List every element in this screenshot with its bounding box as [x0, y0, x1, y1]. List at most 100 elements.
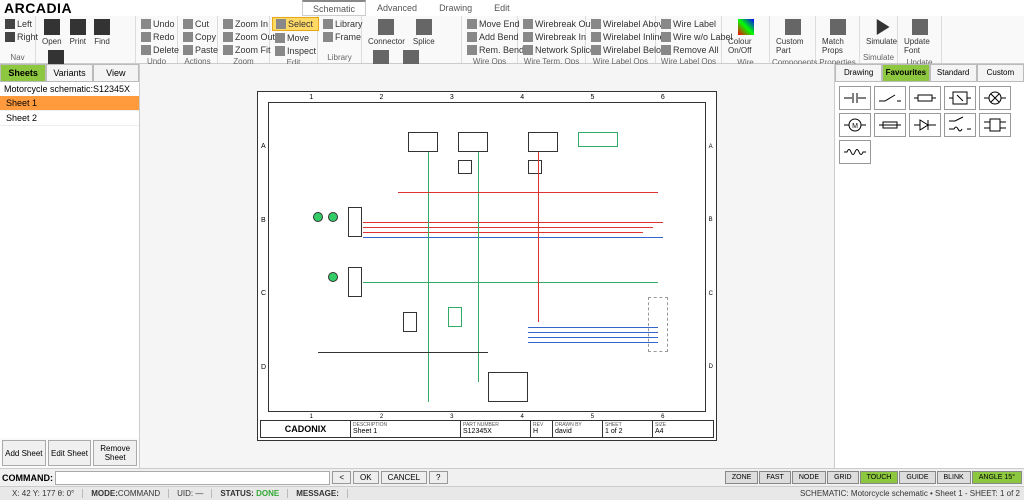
cut-icon	[183, 19, 193, 29]
add-sheet-button[interactable]: Add Sheet	[2, 440, 46, 466]
cursor-icon	[276, 19, 286, 29]
cmd-ok-button[interactable]: OK	[353, 471, 379, 484]
app-logo: ARCADIA	[4, 0, 72, 16]
rp-tab-custom[interactable]: Custom	[977, 64, 1024, 82]
move-button[interactable]: Move	[272, 31, 319, 44]
rem-bend-icon	[467, 45, 477, 55]
copy-button[interactable]: Copy	[180, 30, 221, 43]
symbol-coil-switch[interactable]	[944, 113, 976, 137]
wirebreak-out-icon	[523, 19, 533, 29]
status-right: SCHEMATIC: Motorcycle schematic • Sheet …	[800, 489, 1020, 498]
symbol-connector[interactable]	[979, 113, 1011, 137]
cmd-prev-button[interactable]: <	[332, 471, 351, 484]
mode-fast-button[interactable]: FAST	[759, 471, 791, 484]
custom-part-button[interactable]: Custom Part	[772, 17, 813, 57]
lp-tab-view[interactable]: View	[93, 64, 139, 82]
tab-advanced[interactable]: Advanced	[366, 0, 428, 16]
redo-icon	[141, 32, 151, 42]
sheet-item-2[interactable]: Sheet 2	[0, 111, 139, 126]
search-icon	[94, 19, 110, 35]
symbol-switch[interactable]	[874, 86, 906, 110]
tab-schematic[interactable]: Schematic	[302, 0, 366, 16]
colour-onoff-button[interactable]: Colour On/Off	[724, 17, 767, 57]
sheet-item-1[interactable]: Sheet 1	[0, 96, 139, 111]
command-label: COMMAND:	[2, 473, 53, 483]
svg-text:M: M	[852, 123, 858, 130]
zoom-out-icon	[223, 32, 233, 42]
rp-tab-drawing[interactable]: Drawing	[835, 64, 882, 82]
titleblock-brand: CADONIX	[261, 421, 351, 437]
zoom-in-icon	[223, 19, 233, 29]
command-input[interactable]	[55, 471, 330, 485]
symbol-lamp[interactable]	[979, 86, 1011, 110]
library-button[interactable]: Library	[320, 17, 366, 30]
play-icon	[874, 19, 890, 35]
connector-icon	[378, 19, 394, 35]
redo-button[interactable]: Redo	[138, 30, 182, 43]
network-splice-icon	[523, 45, 533, 55]
update-font-button[interactable]: Update Font	[900, 17, 939, 57]
ribbon: Left Right Nav Open Print Find Refresh G…	[0, 16, 1024, 64]
symbol-resistor[interactable]	[909, 86, 941, 110]
paste-button[interactable]: Paste	[180, 43, 221, 56]
tab-drawing[interactable]: Drawing	[428, 0, 483, 16]
rp-tab-standard[interactable]: Standard	[930, 64, 977, 82]
copy-icon	[183, 32, 193, 42]
delete-button[interactable]: Delete	[138, 43, 182, 56]
undo-icon	[141, 19, 151, 29]
mode-zone-button[interactable]: ZONE	[725, 471, 758, 484]
remove-sheet-button[interactable]: Remove Sheet	[93, 440, 137, 466]
connector-button[interactable]: Connector	[364, 17, 409, 48]
canvas[interactable]: 123456 ABCD ABCD	[140, 64, 834, 468]
mode-guide-button[interactable]: GUIDE	[899, 471, 935, 484]
palette-icon	[738, 19, 754, 35]
titleblock: CADONIX DESCRIPTIONSheet 1 PART NUMBERS1…	[260, 420, 714, 438]
simulate-button[interactable]: Simulate	[862, 17, 901, 48]
edit-sheet-button[interactable]: Edit Sheet	[48, 440, 92, 466]
mode-blink-button[interactable]: BLINK	[937, 471, 971, 484]
inspect-button[interactable]: Inspect	[272, 44, 319, 57]
ribbon-group-nav: Nav	[2, 52, 33, 63]
frame-button[interactable]: Frame	[320, 30, 366, 43]
status-coords: X: 42 Y: 177 θ: 0°	[4, 489, 83, 498]
zoom-fit-icon	[223, 45, 233, 55]
schema-title: Motorcycle schematic:S12345X	[0, 82, 139, 96]
delete-icon	[141, 45, 151, 55]
undo-button[interactable]: Undo	[138, 17, 182, 30]
commandbar: COMMAND: < OK CANCEL ? ZONE FAST NODE GR…	[0, 468, 1024, 486]
symbol-relay[interactable]	[944, 86, 976, 110]
paste-icon	[183, 45, 193, 55]
arrow-right-icon	[5, 32, 15, 42]
wire-label-icon	[661, 19, 671, 29]
splice-button[interactable]: Splice	[409, 17, 439, 48]
symbol-capacitor[interactable]	[839, 86, 871, 110]
symbol-motor[interactable]: M	[839, 113, 871, 137]
wire-nolabel-icon	[661, 32, 671, 42]
mode-grid-button[interactable]: GRID	[827, 471, 859, 484]
tab-edit[interactable]: Edit	[483, 0, 521, 16]
move-end-icon	[467, 19, 477, 29]
select-button[interactable]: Select	[272, 17, 319, 31]
symbol-fuse[interactable]	[874, 113, 906, 137]
drawing-sheet: 123456 ABCD ABCD	[257, 91, 717, 441]
mode-node-button[interactable]: NODE	[792, 471, 826, 484]
open-button[interactable]: Open	[38, 17, 66, 48]
add-bend-icon	[467, 32, 477, 42]
cut-button[interactable]: Cut	[180, 17, 221, 30]
symbol-diode[interactable]	[909, 113, 941, 137]
match-props-button[interactable]: Match Props	[818, 17, 857, 57]
lp-tab-sheets[interactable]: Sheets	[0, 64, 46, 82]
cmd-cancel-button[interactable]: CANCEL	[381, 471, 427, 484]
top-tabbar: Schematic Advanced Drawing Edit	[302, 0, 521, 16]
rp-tab-favourites[interactable]: Favourites	[882, 64, 929, 82]
font-icon	[912, 19, 928, 35]
splice-icon	[416, 19, 432, 35]
mode-touch-button[interactable]: TOUCH	[860, 471, 899, 484]
find-button[interactable]: Find	[90, 17, 114, 48]
cmd-help-button[interactable]: ?	[429, 471, 447, 484]
lp-tab-variants[interactable]: Variants	[46, 64, 92, 82]
mode-angle-button[interactable]: ANGLE 15°	[972, 471, 1022, 484]
symbol-inductor[interactable]	[839, 140, 871, 164]
label-above-icon	[591, 19, 601, 29]
print-button[interactable]: Print	[66, 17, 90, 48]
